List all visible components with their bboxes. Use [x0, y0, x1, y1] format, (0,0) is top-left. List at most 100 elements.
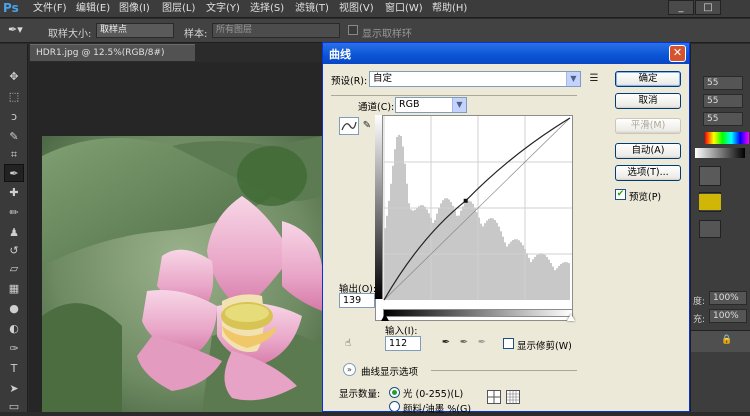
- color-value-field-2[interactable]: 55: [703, 94, 743, 108]
- gradient-tool-icon[interactable]: ▦: [4, 280, 24, 298]
- curve-graph[interactable]: [375, 115, 573, 321]
- clone-stamp-tool-icon[interactable]: ♟: [4, 224, 24, 242]
- color-value-field-3[interactable]: 55: [703, 112, 743, 126]
- adjustment-icon[interactable]: [699, 220, 721, 238]
- eraser-tool-icon[interactable]: ▱: [4, 260, 24, 278]
- path-selection-tool-icon[interactable]: ➤: [4, 380, 24, 398]
- pigment-radio[interactable]: [389, 401, 400, 412]
- opacity-field[interactable]: 100%: [709, 291, 747, 305]
- gray-ramp[interactable]: [695, 148, 745, 158]
- marquee-tool-icon[interactable]: ⬚: [4, 88, 24, 106]
- dialog-title: 曲线: [329, 48, 351, 61]
- quick-select-tool-icon[interactable]: ✎: [4, 128, 24, 146]
- type-tool-icon[interactable]: T: [4, 360, 24, 378]
- input-field[interactable]: 112: [385, 336, 421, 351]
- histogram-bar: [396, 136, 398, 300]
- channel-select[interactable]: RGB ▼: [395, 97, 467, 113]
- grid-10x10-icon[interactable]: [506, 390, 520, 404]
- sample-label: 样本:: [184, 29, 208, 40]
- histogram-bar: [450, 202, 452, 300]
- healing-brush-tool-icon[interactable]: ✚: [4, 184, 24, 202]
- close-icon[interactable]: ✕: [669, 45, 686, 62]
- output-field[interactable]: 139: [339, 293, 375, 308]
- app-logo: Ps: [3, 1, 19, 15]
- preset-label: 预设(R):: [331, 76, 368, 87]
- show-ring-checkbox[interactable]: [348, 25, 358, 35]
- right-panel: 55 55 55 度: 100% 充: 100% 🔒: [690, 44, 750, 412]
- channel-label: 通道(C):: [358, 102, 395, 113]
- histogram-bar: [548, 259, 550, 300]
- eyedropper-tool-icon[interactable]: ✒: [4, 164, 24, 182]
- document-tab[interactable]: HDR1.jpg @ 12.5%(RGB/8#): [30, 44, 195, 61]
- histogram-bar: [442, 200, 444, 300]
- smooth-button[interactable]: 平滑(M): [615, 118, 681, 134]
- menu-filter[interactable]: 滤镜(T): [295, 2, 329, 16]
- swatch-gray[interactable]: [699, 166, 721, 186]
- color-ramp[interactable]: [705, 132, 749, 144]
- histogram-bar: [504, 242, 506, 300]
- histogram-bar: [394, 149, 396, 300]
- histogram-bar: [386, 215, 388, 300]
- gray-eyedropper-icon[interactable]: ✒: [457, 336, 471, 350]
- swatch-yellow[interactable]: [699, 194, 721, 210]
- light-radio[interactable]: [389, 387, 400, 398]
- auto-button[interactable]: 自动(A): [615, 143, 681, 159]
- preset-select[interactable]: 自定 ▼: [369, 71, 581, 87]
- color-value-field-1[interactable]: 55: [703, 76, 743, 90]
- histogram-bar: [466, 201, 468, 300]
- cancel-button[interactable]: 取消: [615, 93, 681, 109]
- histogram-bar: [488, 218, 490, 300]
- menu-select[interactable]: 选择(S): [250, 2, 284, 16]
- minimize-button[interactable]: _: [668, 0, 694, 15]
- fill-field[interactable]: 100%: [709, 309, 747, 323]
- move-tool-icon[interactable]: ✥: [4, 68, 24, 86]
- menu-file[interactable]: 文件(F): [33, 2, 67, 16]
- crop-tool-icon[interactable]: ⌗: [4, 146, 24, 164]
- menu-image[interactable]: 图像(I): [119, 2, 150, 16]
- eyedropper-tool-preset-icon[interactable]: ✒▾: [8, 23, 30, 39]
- targeted-adjustment-icon[interactable]: ☝: [341, 337, 355, 351]
- ok-button[interactable]: 确定: [615, 71, 681, 87]
- brush-tool-icon[interactable]: ✏: [4, 204, 24, 222]
- histogram-bar: [552, 266, 554, 300]
- show-clipping-checkbox[interactable]: [503, 338, 514, 349]
- input-label: 输入(I):: [385, 326, 418, 337]
- dodge-tool-icon[interactable]: ◐: [4, 320, 24, 338]
- curve-edit-mode-icon[interactable]: [339, 117, 359, 135]
- histogram-bar: [558, 265, 560, 300]
- sample-size-select[interactable]: 取样点: [96, 23, 174, 38]
- preset-options-icon[interactable]: ☰: [587, 72, 601, 86]
- sample-size-label: 取样大小:: [48, 29, 92, 40]
- histogram-bar: [480, 223, 482, 300]
- grid-4x4-icon[interactable]: [487, 390, 501, 404]
- lasso-tool-icon[interactable]: ↄ: [4, 108, 24, 126]
- pen-tool-icon[interactable]: ✑: [4, 340, 24, 358]
- menu-view[interactable]: 视图(V): [339, 2, 374, 16]
- menu-edit[interactable]: 编辑(E): [76, 2, 110, 16]
- menu-window[interactable]: 窗口(W): [385, 2, 423, 16]
- preview-checkbox[interactable]: ✔: [615, 189, 626, 200]
- blur-tool-icon[interactable]: ●: [4, 300, 24, 318]
- menu-help[interactable]: 帮助(H): [432, 2, 467, 16]
- options-bar: ✒▾ 取样大小: 取样点 样本: 所有图层 显示取样环: [0, 19, 750, 43]
- histogram-bar: [432, 222, 434, 300]
- pencil-icon[interactable]: ✎: [360, 119, 374, 133]
- history-brush-tool-icon[interactable]: ↺: [4, 242, 24, 260]
- histogram-bar: [514, 239, 516, 300]
- dialog-titlebar[interactable]: 曲线 ✕: [323, 43, 689, 64]
- sample-select[interactable]: 所有图层: [212, 23, 340, 38]
- options-button[interactable]: 选项(T)...: [615, 165, 681, 181]
- histogram-bar: [440, 203, 442, 300]
- black-point-slider[interactable]: [381, 314, 389, 321]
- histogram-bar: [494, 220, 496, 300]
- histogram-bar: [420, 205, 422, 300]
- restore-button[interactable]: □: [695, 0, 721, 15]
- shape-tool-icon[interactable]: ▭: [4, 398, 24, 416]
- white-eyedropper-icon[interactable]: ✒: [475, 336, 489, 350]
- white-point-slider[interactable]: [567, 314, 575, 321]
- show-ring-label: 显示取样环: [362, 29, 412, 40]
- menu-layer[interactable]: 图层(L): [162, 2, 195, 16]
- expand-options-icon[interactable]: »: [343, 363, 356, 376]
- menu-type[interactable]: 文字(Y): [206, 2, 240, 16]
- black-eyedropper-icon[interactable]: ✒: [439, 336, 453, 350]
